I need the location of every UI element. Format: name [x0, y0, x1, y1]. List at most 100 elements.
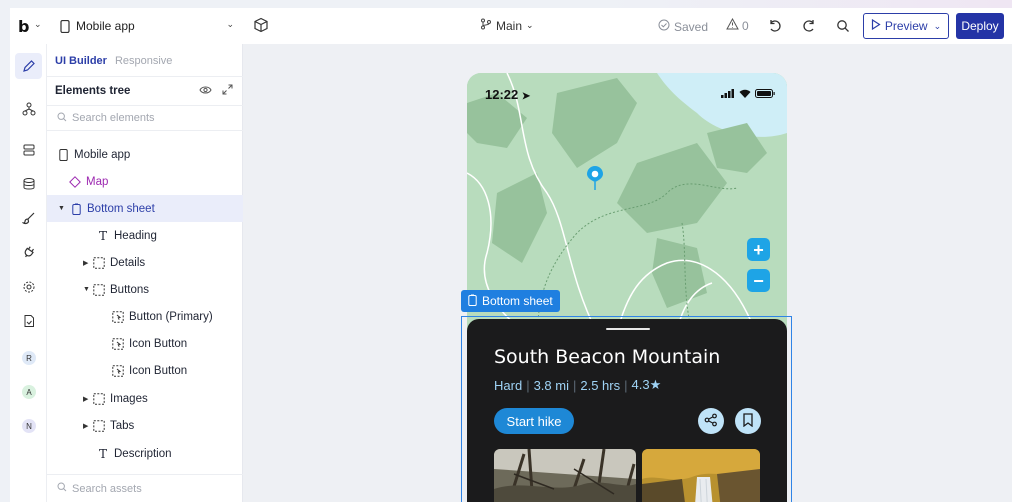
- chevron-down-icon: ⌄: [226, 19, 234, 29]
- status-icons: [721, 87, 775, 101]
- tree-item-icon-button[interactable]: Icon Button: [47, 357, 243, 384]
- container-icon: [93, 256, 105, 269]
- map-pin-icon[interactable]: [586, 165, 604, 194]
- selection-outline: [461, 316, 792, 502]
- gear-icon[interactable]: [19, 277, 39, 297]
- check-circle-icon: [658, 19, 670, 34]
- assets-placeholder: Search assets: [72, 482, 142, 495]
- avatar[interactable]: A: [22, 385, 36, 399]
- warning-icon: [726, 17, 739, 33]
- tree-item-label: Details: [110, 256, 146, 269]
- button-icon: [112, 337, 124, 350]
- container-icon: [93, 283, 105, 296]
- chevron-down-icon[interactable]: ⌄: [34, 19, 42, 30]
- document-icon[interactable]: [19, 311, 39, 331]
- caret-right-icon[interactable]: ▶: [83, 259, 91, 267]
- button-icon: [112, 310, 124, 323]
- tree-item-icon-button[interactable]: Icon Button: [47, 330, 243, 357]
- phone-icon: [60, 19, 70, 33]
- app-selector[interactable]: Mobile app ⌄: [54, 13, 240, 39]
- tree-item-label: Mobile app: [74, 148, 131, 161]
- save-status: Saved: [658, 19, 708, 34]
- canvas[interactable]: 12:22 ➤ + − Bottom sheet South Beacon Mo…: [243, 44, 1012, 502]
- search-icon: [57, 111, 67, 125]
- avatar[interactable]: R: [22, 351, 36, 365]
- container-icon: [93, 419, 105, 432]
- warning-count: 0: [742, 18, 749, 33]
- workflow-icon[interactable]: [19, 99, 39, 119]
- caret-right-icon[interactable]: ▶: [83, 422, 91, 430]
- sheet-icon: [70, 203, 82, 215]
- elements-tree-title: Elements tree: [55, 85, 131, 97]
- tree-item-label: Icon Button: [129, 337, 188, 350]
- tree-item-tabs[interactable]: ▶ Tabs: [47, 412, 243, 439]
- play-icon: [871, 18, 881, 33]
- caret-down-icon[interactable]: ▼: [83, 286, 91, 293]
- text-icon: T: [98, 446, 107, 461]
- tree-item-label: Tabs: [110, 419, 135, 432]
- eye-icon[interactable]: [199, 84, 212, 98]
- saved-label: Saved: [674, 19, 709, 34]
- database-icon[interactable]: [19, 174, 39, 194]
- redo-icon[interactable]: [800, 17, 818, 35]
- tab-ui-builder[interactable]: UI Builder: [55, 55, 107, 67]
- undo-icon[interactable]: [766, 17, 784, 35]
- divider: [47, 76, 243, 77]
- branch-label: Main: [496, 18, 523, 33]
- selection-label-text: Bottom sheet: [482, 294, 553, 308]
- tree-item-label: Button (Primary): [129, 310, 213, 323]
- preview-button[interactable]: Preview ⌄: [863, 13, 949, 39]
- warnings-button[interactable]: 0: [726, 17, 749, 33]
- tree-item-label: Map: [86, 175, 109, 188]
- tab-responsive[interactable]: Responsive: [115, 55, 172, 67]
- tree-item-buttons[interactable]: ▼ Buttons: [47, 276, 243, 303]
- minus-icon: −: [753, 270, 764, 291]
- search-elements-input[interactable]: Search elements: [47, 105, 243, 131]
- zoom-out-button[interactable]: −: [747, 269, 770, 292]
- zoom-in-button[interactable]: +: [747, 238, 770, 261]
- tree-item-button-primary[interactable]: Button (Primary): [47, 303, 243, 330]
- tree-item-mobile-app[interactable]: Mobile app: [47, 141, 243, 168]
- button-icon: [112, 364, 124, 377]
- plus-icon: +: [753, 239, 764, 260]
- app-selector-label: Mobile app: [76, 19, 135, 33]
- pencil-icon[interactable]: [15, 53, 42, 79]
- avatar[interactable]: N: [22, 419, 36, 433]
- brush-icon[interactable]: [19, 208, 39, 228]
- deploy-button[interactable]: Deploy: [956, 13, 1004, 39]
- branch-selector[interactable]: Main ⌄: [480, 18, 534, 33]
- search-icon[interactable]: [834, 17, 852, 35]
- container-icon: [93, 392, 105, 405]
- server-icon[interactable]: [19, 140, 39, 160]
- tree-item-description[interactable]: T Description: [47, 440, 243, 467]
- tree-item-images[interactable]: ▶ Images: [47, 385, 243, 412]
- chevron-down-icon: ⌄: [933, 20, 942, 31]
- battery-icon: [755, 87, 775, 101]
- tree-item-bottom-sheet[interactable]: ▼ Bottom sheet: [47, 195, 243, 222]
- plug-icon[interactable]: [19, 242, 39, 262]
- left-rail: R A N: [10, 44, 47, 502]
- branch-icon: [480, 18, 492, 33]
- tree-item-label: Icon Button: [129, 364, 188, 377]
- component-cube-icon[interactable]: [253, 17, 269, 36]
- sheet-icon: [468, 294, 477, 309]
- app-window: b ⌄ Mobile app ⌄ Main ⌄ Saved 0 Preview …: [10, 8, 1012, 502]
- tree-item-heading[interactable]: T Heading: [47, 222, 243, 249]
- tree-item-label: Heading: [114, 229, 157, 242]
- selection-label[interactable]: Bottom sheet: [461, 290, 560, 312]
- chevron-down-icon: ⌄: [526, 20, 534, 30]
- tree-item-label: Description: [114, 447, 172, 460]
- expand-icon[interactable]: [222, 84, 233, 98]
- tree-item-label: Bottom sheet: [87, 202, 155, 215]
- search-assets-input[interactable]: Search assets: [47, 474, 243, 502]
- location-arrow-icon: ➤: [521, 91, 531, 102]
- logo[interactable]: b: [18, 17, 29, 36]
- caret-down-icon[interactable]: ▼: [58, 205, 66, 212]
- tree-item-details[interactable]: ▶ Details: [47, 249, 243, 276]
- text-icon: T: [98, 228, 107, 243]
- tree-item-label: Buttons: [110, 283, 149, 296]
- wifi-icon: [739, 87, 751, 101]
- status-time: 12:22 ➤: [485, 87, 531, 102]
- tree-item-map[interactable]: Map: [47, 168, 243, 195]
- caret-right-icon[interactable]: ▶: [83, 395, 91, 403]
